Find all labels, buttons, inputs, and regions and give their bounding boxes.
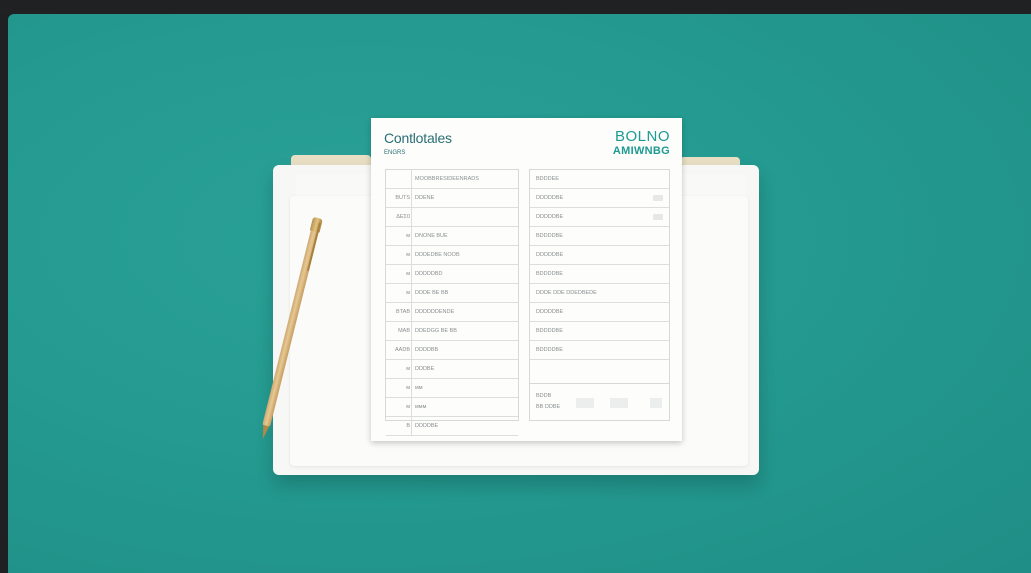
row-divider — [411, 379, 412, 397]
top-bar — [0, 0, 1031, 14]
footer-line-1: BDDB — [536, 393, 552, 399]
row-text: BDDDDBE — [536, 233, 563, 239]
right-table-footer: BDDB BB DDBE — [530, 383, 669, 420]
row-text: DDDE DDE DDEDBEDE — [536, 290, 597, 296]
row-text: DDEDGG BE BB — [415, 328, 457, 334]
row-divider — [411, 208, 412, 226]
table-row: MAB DDEDGG BE BB — [386, 322, 518, 341]
row-number: AADB — [395, 347, 410, 353]
table-row: DDDDDBE — [530, 189, 669, 208]
row-divider — [411, 189, 412, 207]
row-chip — [653, 195, 663, 201]
right-table: BDDDEE DDDDDBE DDDDDBE BDDDDBE DDDDDBE BDDDD… — [529, 169, 670, 421]
row-text: DDDDDBD — [415, 271, 443, 277]
table-row: AADB DDDDBB — [386, 341, 518, 360]
row-number: ᴍ — [406, 290, 410, 296]
document-title: Contlotales — [384, 130, 452, 146]
footer-line-2: BB DDBE — [536, 404, 561, 410]
row-text: DDDDDBE — [536, 195, 564, 201]
table-row: BDDDDBE — [530, 322, 669, 341]
row-text: DDDDDBE — [536, 214, 564, 220]
row-text: MOOBBRESIDEENRADS — [415, 176, 479, 182]
row-text: DDDDBB — [415, 347, 439, 353]
table-row: MOOBBRESIDEENRADS — [386, 170, 518, 189]
row-text: ᴍᴍᴍ — [415, 404, 427, 410]
row-divider — [411, 170, 412, 188]
table-row: ᴍ ᴍᴍᴍ — [386, 398, 518, 417]
row-text: DDDDDBE — [536, 309, 564, 315]
document-sheet: Contlotales ENGRS BOLNO AMIWNBG MOOBBRES… — [371, 118, 682, 441]
left-table: MOOBBRESIDEENRADS BUTS DDENE ΔΕΣ0 ᴍ DNONE BUE… — [385, 169, 519, 436]
row-divider — [411, 341, 412, 359]
table-row: BDDDDBE — [530, 227, 669, 246]
row-divider — [411, 246, 412, 264]
row-text: BDDDDBE — [536, 347, 563, 353]
table-row: ᴍ DDDDDBD — [386, 265, 518, 284]
table-row: DDDDDBE — [530, 303, 669, 322]
row-divider — [411, 265, 412, 283]
row-text: DDDBE — [415, 366, 435, 372]
table-row: B DDDDBE — [386, 417, 518, 436]
row-chip — [653, 214, 663, 220]
table-row: BTAB DDDDDDENDE — [386, 303, 518, 322]
table-row: ᴍ ᴍᴍ — [386, 379, 518, 398]
row-text: DDDDDBE — [536, 252, 564, 258]
document-brand-line-2: AMIWNBG — [612, 145, 670, 157]
table-row: BUTS DDENE — [386, 189, 518, 208]
row-number: ᴍ — [406, 404, 410, 410]
document-subtitle: ENGRS — [384, 150, 406, 156]
table-row: DDDE DDE DDEDBEDE — [530, 284, 669, 303]
row-text: DDDE BE BB — [415, 290, 449, 296]
row-number: ΔΕΣ0 — [396, 214, 410, 220]
row-number: MAB — [398, 328, 410, 334]
row-text: DDDEDBE NOOB — [415, 252, 460, 258]
row-divider — [411, 284, 412, 302]
row-text: BDDDDBE — [536, 328, 563, 334]
table-row: BDDDDBE — [530, 265, 669, 284]
footer-box — [650, 398, 662, 408]
row-divider — [411, 360, 412, 378]
row-number: BTAB — [396, 309, 410, 315]
row-divider — [411, 398, 412, 416]
table-row: BDDDDBE — [530, 341, 669, 360]
row-number: ᴍ — [406, 252, 410, 258]
table-row: DDDDDBE — [530, 246, 669, 265]
row-number: B — [406, 423, 410, 429]
row-number: ᴍ — [406, 271, 410, 277]
row-number: ᴍ — [406, 233, 410, 239]
row-number: ᴍ — [406, 366, 410, 372]
row-divider — [411, 417, 412, 435]
table-row: ᴍ DNONE BUE — [386, 227, 518, 246]
row-text: ᴍᴍ — [415, 385, 423, 391]
table-row: ΔΕΣ0 — [386, 208, 518, 227]
row-number: BUTS — [395, 195, 410, 201]
footer-box — [576, 398, 594, 408]
teal-background: Contlotales ENGRS BOLNO AMIWNBG MOOBBRES… — [8, 14, 1031, 573]
pen-tip — [259, 424, 270, 440]
row-number: ᴍ — [406, 385, 410, 391]
row-text: DNONE BUE — [415, 233, 448, 239]
row-divider — [411, 322, 412, 340]
row-divider — [411, 303, 412, 321]
row-text: DDENE — [415, 195, 435, 201]
footer-box — [610, 398, 628, 408]
table-row: ᴍ DDDE BE BB — [386, 284, 518, 303]
document-brand-line-1: BOLNO — [614, 128, 670, 145]
row-divider — [411, 227, 412, 245]
row-text: BDDDDBE — [536, 271, 563, 277]
table-row: DDDDDBE — [530, 208, 669, 227]
row-text: DDDDBE — [415, 423, 439, 429]
table-row: ᴍ DDDBE — [386, 360, 518, 379]
right-table-header-label: BDDDEE — [536, 176, 559, 182]
table-row: ᴍ DDDEDBE NOOB — [386, 246, 518, 265]
right-table-header: BDDDEE — [530, 170, 669, 189]
row-text: DDDDDDENDE — [415, 309, 455, 315]
